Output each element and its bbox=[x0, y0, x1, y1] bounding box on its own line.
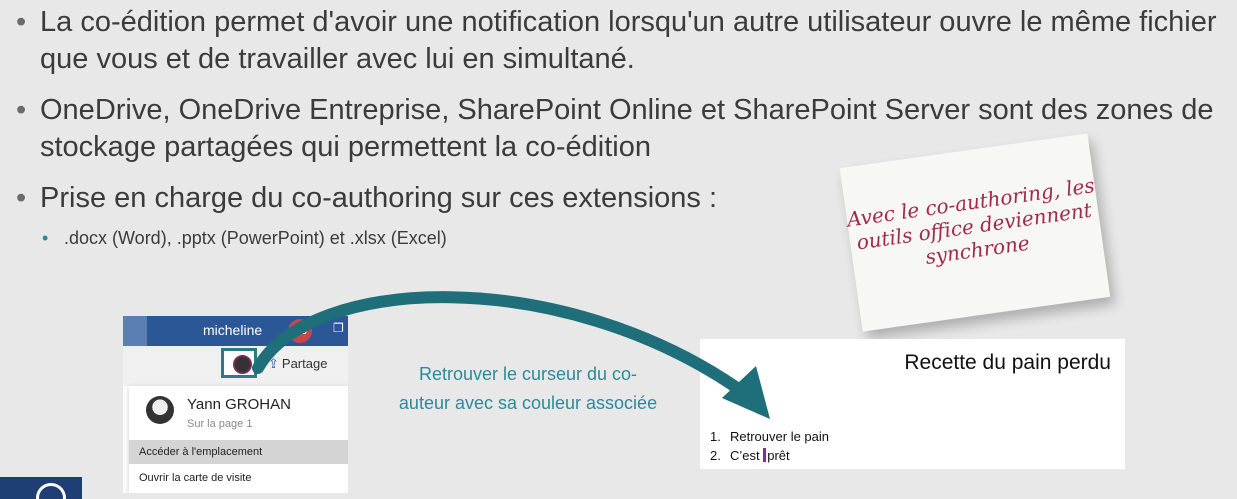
arrow-shaft bbox=[252, 291, 746, 396]
curved-arrow bbox=[252, 291, 770, 419]
corner-logo bbox=[0, 477, 82, 499]
arrow-head bbox=[722, 366, 770, 419]
